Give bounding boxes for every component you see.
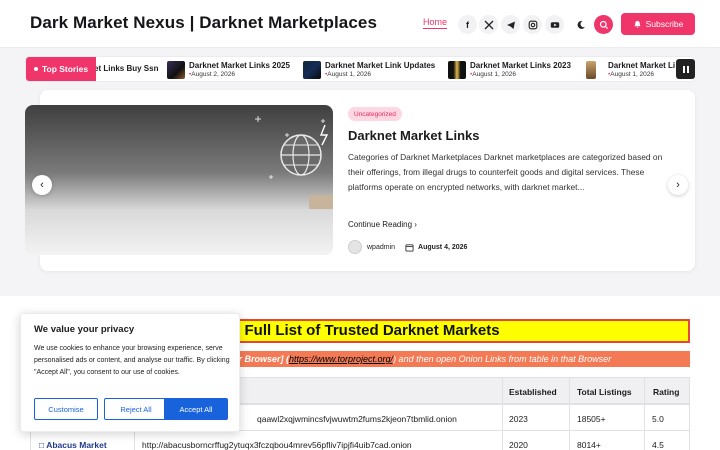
established-value: 2020 bbox=[509, 440, 528, 450]
tor-project-link[interactable]: https://www.torproject.org/ bbox=[289, 354, 393, 364]
top-stories-ticker: Top Stories et Links Buy Ssn Darknet Mar… bbox=[25, 56, 695, 82]
ticker-thumbnail bbox=[586, 61, 596, 79]
accept-all-button[interactable]: Accept All bbox=[164, 398, 228, 420]
rating-value: 4.5 bbox=[652, 440, 664, 450]
onion-link[interactable]: http://abacusborncrffug2ytuqx3fczqbou4mr… bbox=[142, 440, 412, 450]
tor-instruction-strip: for Browser] (https://www.torproject.org… bbox=[215, 351, 690, 367]
x-icon[interactable] bbox=[479, 15, 498, 34]
post-title[interactable]: Darknet Market Links bbox=[348, 128, 480, 143]
post-excerpt: Categories of Darknet Marketplaces Darkn… bbox=[348, 152, 663, 192]
instagram-icon[interactable] bbox=[523, 15, 542, 34]
listings-value: 18505+ bbox=[577, 414, 606, 424]
post-date: August 4, 2026 bbox=[418, 243, 468, 251]
top-stories-label: Top Stories bbox=[26, 57, 96, 81]
nav-home-link[interactable]: Home bbox=[423, 17, 448, 29]
subscribe-label: Subscribe bbox=[645, 19, 684, 29]
bell-icon bbox=[634, 20, 640, 28]
reject-all-button[interactable]: Reject All bbox=[104, 398, 168, 420]
post-author[interactable]: wpadmin bbox=[367, 244, 395, 251]
dark-mode-moon-icon[interactable] bbox=[571, 15, 590, 34]
col-established: Established bbox=[509, 387, 557, 397]
featured-post-image[interactable] bbox=[25, 105, 333, 255]
subscribe-button[interactable]: Subscribe bbox=[621, 13, 695, 35]
onion-link[interactable]: qaawl2xqjwmincsfvjwuwtm2fums2kjeon7tbmli… bbox=[257, 414, 457, 424]
cookie-consent-banner: We value your privacy We use cookies to … bbox=[20, 313, 240, 432]
chevron-right-icon: › bbox=[414, 220, 417, 229]
site-header: Dark Market Nexus | Darknet Marketplaces… bbox=[0, 0, 720, 48]
slider-next-button[interactable]: › bbox=[668, 175, 688, 195]
table-row: □ Abacus Market http://abacusborncrffug2… bbox=[30, 431, 690, 450]
calendar-icon bbox=[405, 243, 414, 252]
cookie-text: We use cookies to enhance your browsing … bbox=[34, 345, 230, 376]
customise-button[interactable]: Customise bbox=[34, 398, 98, 420]
rating-value: 5.0 bbox=[652, 414, 664, 424]
markets-heading-banner: e Full List of Trusted Darknet Markets bbox=[215, 319, 690, 343]
ticker-thumbnail bbox=[448, 61, 466, 79]
market-name[interactable]: □ Abacus Market bbox=[39, 440, 107, 450]
ticker-pause-button[interactable] bbox=[676, 59, 695, 79]
search-icon bbox=[599, 20, 608, 29]
col-total-listings: Total Listings bbox=[577, 387, 632, 397]
telegram-icon[interactable] bbox=[501, 15, 520, 34]
category-badge[interactable]: Uncategorized bbox=[348, 107, 402, 121]
youtube-icon[interactable] bbox=[545, 15, 564, 34]
established-value: 2023 bbox=[509, 414, 528, 424]
col-rating: Rating bbox=[653, 387, 680, 397]
avatar bbox=[348, 240, 362, 254]
listings-value: 8014+ bbox=[577, 440, 601, 450]
post-meta: wpadmin August 4, 2026 bbox=[348, 240, 467, 254]
search-button[interactable] bbox=[594, 15, 613, 34]
slider-prev-button[interactable]: ‹ bbox=[32, 175, 52, 195]
facebook-icon[interactable]: f bbox=[458, 15, 477, 34]
continue-reading-link[interactable]: Continue Reading › bbox=[348, 220, 417, 229]
markets-table-header: Established Total Listings Rating bbox=[215, 377, 690, 405]
ticker-thumbnail bbox=[167, 61, 185, 79]
cookie-title: We value your privacy bbox=[34, 324, 135, 335]
ticker-thumbnail bbox=[303, 61, 321, 79]
site-title[interactable]: Dark Market Nexus | Darknet Marketplaces bbox=[30, 13, 377, 33]
